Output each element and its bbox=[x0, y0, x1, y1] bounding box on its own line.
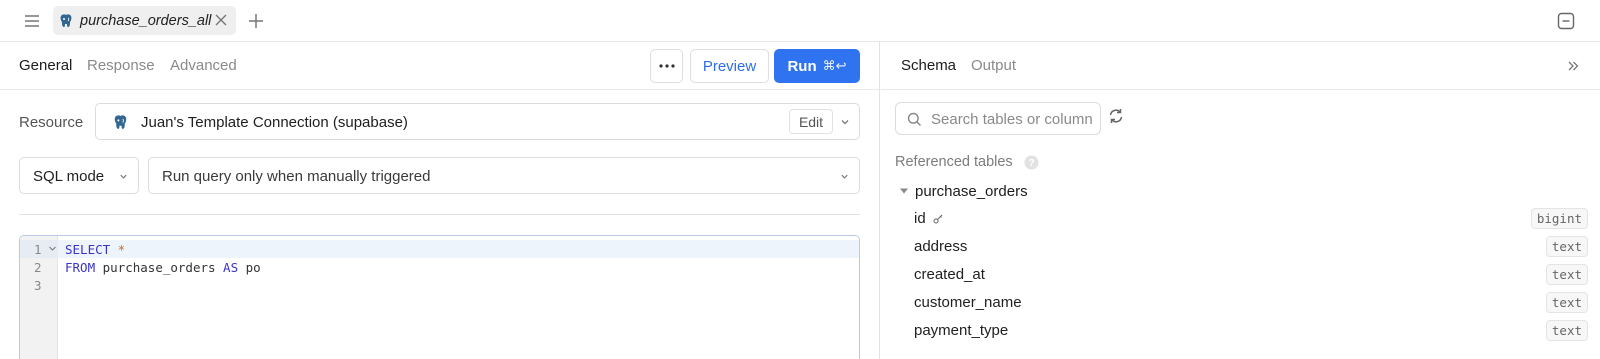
sql-keyword: FROM bbox=[65, 260, 96, 275]
column-row[interactable]: id bigint bbox=[881, 205, 1600, 233]
schema-panel: Schema Output Referenced tables ? purcha… bbox=[881, 42, 1600, 359]
referenced-tables-label: Referenced tables bbox=[895, 154, 1013, 170]
schema-search bbox=[895, 102, 1101, 135]
resource-label: Resource bbox=[19, 114, 84, 131]
column-name: address bbox=[914, 238, 968, 255]
run-trigger-select[interactable]: Run query only when manually triggered bbox=[148, 157, 860, 194]
chevron-down-icon bbox=[120, 174, 127, 179]
column-type: bigint bbox=[1530, 208, 1588, 229]
chevron-down-icon bbox=[841, 174, 848, 179]
column-row[interactable]: customer_name text bbox=[881, 289, 1600, 317]
column-type: text bbox=[1545, 292, 1588, 313]
close-icon[interactable] bbox=[214, 13, 228, 27]
preview-button[interactable]: Preview bbox=[690, 49, 769, 83]
more-icon bbox=[658, 64, 675, 68]
divider bbox=[19, 214, 860, 215]
menu-icon[interactable] bbox=[22, 11, 42, 31]
sql-mode-select[interactable]: SQL mode bbox=[19, 157, 139, 194]
help-icon[interactable]: ? bbox=[1024, 155, 1039, 170]
line-number: 3 bbox=[34, 278, 42, 293]
sql-keyword: AS bbox=[223, 260, 239, 275]
column-name: id bbox=[914, 210, 926, 227]
collapse-panel-icon[interactable] bbox=[1557, 12, 1575, 30]
edit-resource-button[interactable]: Edit bbox=[789, 109, 833, 134]
more-options-button[interactable] bbox=[650, 49, 683, 83]
refresh-icon[interactable] bbox=[1107, 107, 1125, 125]
query-tab[interactable]: purchase_orders_all bbox=[53, 6, 236, 35]
caret-down-icon bbox=[900, 188, 908, 194]
tab-response[interactable]: Response bbox=[87, 57, 155, 74]
schema-tabs: Schema Output bbox=[881, 42, 1600, 90]
run-shortcut: ⌘↩ bbox=[822, 58, 847, 73]
query-tab-label: purchase_orders_all bbox=[80, 12, 212, 29]
column-row[interactable]: created_at text bbox=[881, 261, 1600, 289]
schema-search-input[interactable] bbox=[931, 109, 1097, 129]
column-type: text bbox=[1545, 264, 1588, 285]
column-name: created_at bbox=[914, 266, 985, 283]
run-button-label: Run bbox=[787, 57, 817, 75]
plus-icon[interactable] bbox=[246, 11, 266, 31]
code-line-1: SELECT * bbox=[65, 242, 125, 257]
sql-code-editor[interactable]: 1 2 3 SELECT * FROM purchase_orders AS p… bbox=[19, 235, 860, 359]
column-row[interactable]: address text bbox=[881, 233, 1600, 261]
key-icon bbox=[933, 214, 943, 224]
line-number: 2 bbox=[34, 260, 42, 275]
column-name: customer_name bbox=[914, 294, 1022, 311]
postgres-icon bbox=[60, 13, 72, 27]
query-editor-panel: General Response Advanced Preview Run ⌘↩… bbox=[0, 42, 880, 359]
table-tree-item[interactable]: purchase_orders bbox=[900, 181, 1028, 201]
sql-operator: * bbox=[110, 242, 126, 257]
sql-alias: po bbox=[238, 260, 261, 275]
postgres-icon bbox=[114, 115, 127, 129]
column-type: text bbox=[1545, 236, 1588, 257]
resource-select[interactable]: Juan's Template Connection (supabase) Ed… bbox=[95, 103, 860, 140]
expand-panel-icon[interactable] bbox=[1566, 59, 1580, 73]
resource-name: Juan's Template Connection (supabase) bbox=[141, 114, 408, 131]
top-bar: purchase_orders_all bbox=[0, 0, 1600, 42]
tab-output[interactable]: Output bbox=[971, 57, 1016, 74]
run-trigger-value: Run query only when manually triggered bbox=[162, 168, 431, 185]
search-icon bbox=[907, 112, 921, 126]
column-type: text bbox=[1545, 320, 1588, 341]
editor-tabs: General Response Advanced Preview Run ⌘↩ bbox=[0, 42, 880, 90]
table-name: purchase_orders bbox=[915, 182, 1028, 200]
column-name: payment_type bbox=[914, 322, 1009, 339]
active-line bbox=[58, 240, 859, 258]
tab-general[interactable]: General bbox=[19, 57, 72, 74]
sql-identifier: purchase_orders bbox=[95, 260, 224, 275]
sql-keyword: SELECT bbox=[65, 242, 111, 257]
svg-text:?: ? bbox=[1028, 158, 1034, 169]
sql-mode-value: SQL mode bbox=[33, 168, 105, 185]
tab-advanced[interactable]: Advanced bbox=[170, 57, 237, 74]
tab-schema[interactable]: Schema bbox=[901, 57, 956, 74]
run-button[interactable]: Run ⌘↩ bbox=[774, 49, 860, 83]
code-line-2: FROM purchase_orders AS po bbox=[65, 260, 261, 275]
chevron-down-icon[interactable] bbox=[839, 116, 851, 128]
column-row[interactable]: payment_type text bbox=[881, 317, 1600, 345]
line-number: 1 bbox=[34, 242, 42, 257]
fold-icon[interactable] bbox=[49, 245, 56, 252]
